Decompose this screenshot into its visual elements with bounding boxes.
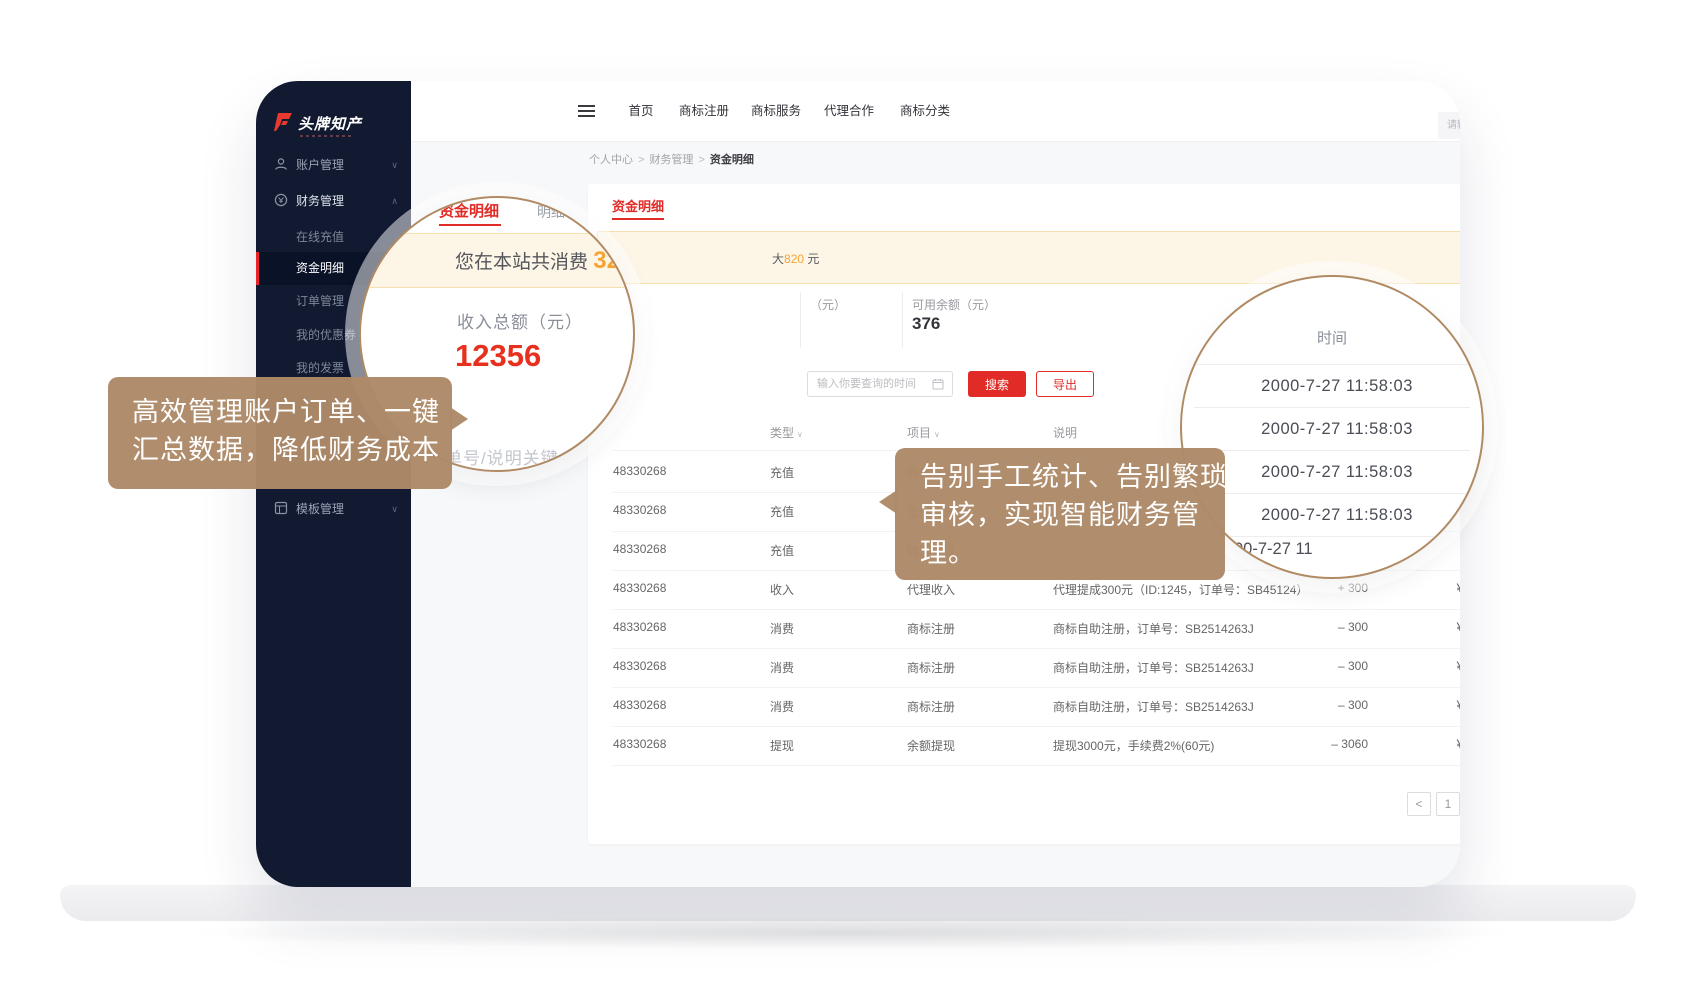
- user-icon: [274, 157, 288, 171]
- callout-text-line: 告别手工统计、告别繁琐: [920, 458, 1225, 496]
- logo-caption: [300, 135, 352, 137]
- sidebar-item-label: 财务管理: [296, 189, 344, 213]
- magnified-income-label: 收入总额（元）: [457, 308, 583, 333]
- pagination-prev-button[interactable]: <: [1407, 792, 1431, 816]
- callout-bubble-left: 高效管理账户订单、一键 汇总数据，降低财务成本: [108, 377, 452, 489]
- callout-text-line: 审核，实现智能财务管: [920, 496, 1225, 534]
- callout-text-line: 高效管理账户订单、一键: [132, 393, 452, 431]
- magnified-row-line: [1194, 493, 1470, 494]
- nav-item-trademark-category[interactable]: 商标分类: [895, 81, 955, 141]
- magnified-tab-fund-details: 资金明细: [439, 200, 499, 221]
- notice-text-fragment: 大820 元: [772, 250, 819, 267]
- sidebar-item-label: 模板管理: [296, 497, 344, 521]
- laptop-shadow: [170, 916, 1526, 950]
- col-header-desc: 说明: [1053, 424, 1077, 441]
- sort-caret-icon: ∨: [797, 430, 803, 439]
- balance-value: 376: [912, 314, 940, 334]
- callout-bubble-right: 告别手工统计、告别繁琐 审核，实现智能财务管 理。: [895, 448, 1225, 580]
- magnified-income-value: 12356: [455, 338, 541, 374]
- table-line: [613, 765, 1460, 766]
- template-icon: [274, 501, 288, 515]
- table-line: [613, 609, 1460, 610]
- magnified-notice-text: 您在本站共消费 32124: [455, 247, 635, 275]
- table-line: [613, 726, 1460, 727]
- pagination-page-1[interactable]: 1: [1436, 792, 1460, 816]
- stats-divider: [902, 292, 903, 348]
- logo: 头牌知产: [272, 111, 402, 141]
- magnified-time-value: 2000-7-27 11:58:03: [1222, 506, 1452, 526]
- table-line: [613, 687, 1460, 688]
- magnified-time-value: 2000-7-27 11:58:03: [1222, 420, 1452, 440]
- magnified-row-line: [1194, 407, 1470, 408]
- magnified-time-value: 2000-7-27 11:58:03: [1222, 377, 1452, 397]
- callout-text-line: 理。: [920, 534, 1225, 572]
- magnified-row-line: [1194, 536, 1470, 537]
- magnified-time-value: 2000-7-27 11:58:03: [1222, 463, 1452, 483]
- table-line: [613, 648, 1460, 649]
- breadcrumb: 个人中心>财务管理>资金明细: [589, 151, 754, 167]
- nav-item-agent-cooperation[interactable]: 代理合作: [819, 81, 879, 141]
- tab-fund-details[interactable]: 资金明细: [612, 196, 664, 215]
- callout-text-line: 汇总数据，降低财务成本: [132, 431, 452, 469]
- magnified-time-header: 时间: [1182, 327, 1482, 348]
- sort-caret-icon: ∨: [934, 430, 940, 439]
- breadcrumb-finance[interactable]: 财务管理: [649, 154, 693, 166]
- menu-icon[interactable]: [578, 105, 595, 118]
- brand-name: 头牌知产: [298, 113, 362, 134]
- expense-label-fragment: （元）: [810, 296, 846, 313]
- callout-pointer-right: [450, 407, 468, 431]
- tab-active-underline: [612, 218, 664, 220]
- chevron-up-icon: ∧: [391, 189, 398, 213]
- col-header-type[interactable]: 类型∨: [770, 424, 803, 441]
- magnified-tab-fragment: 明细: [537, 202, 565, 222]
- nav-item-home[interactable]: 首页: [621, 81, 661, 141]
- search-button[interactable]: 搜索: [968, 371, 1026, 397]
- magnifier-circle-right: 时间 2000-7-27 11:58:03 2000-7-27 11:58:03…: [1180, 275, 1484, 579]
- sidebar-item-finance[interactable]: 财务管理 ∧: [256, 189, 411, 213]
- magnified-tab-underline: [439, 224, 501, 226]
- balance-label: 可用余额（元）: [912, 296, 996, 313]
- export-button[interactable]: 导出: [1036, 371, 1094, 397]
- calendar-icon: [932, 378, 944, 390]
- sidebar-item-template[interactable]: 模板管理 ∨: [256, 497, 411, 521]
- top-navbar: 首页 商标注册 商标服务 代理合作 商标分类: [411, 81, 1460, 142]
- breadcrumb-personal-center[interactable]: 个人中心: [589, 154, 633, 166]
- magnified-time-partial: 00-7-27 11: [1234, 540, 1313, 559]
- sidebar-item-account[interactable]: 账户管理 ∨: [256, 153, 411, 177]
- nav-item-trademark-register[interactable]: 商标注册: [674, 81, 734, 141]
- magnified-row-line: [1194, 450, 1470, 451]
- callout-pointer-left: [879, 490, 897, 514]
- sidebar-item-label: 账户管理: [296, 153, 344, 177]
- chevron-down-icon: ∨: [391, 497, 398, 521]
- active-indicator-bar: [256, 252, 259, 285]
- magnified-notice-bar: 您在本站共消费 32124: [359, 233, 635, 288]
- finance-icon: [274, 193, 288, 207]
- col-header-project[interactable]: 项目∨: [907, 424, 940, 441]
- nav-item-trademark-service[interactable]: 商标服务: [746, 81, 806, 141]
- breadcrumb-current: 资金明细: [710, 154, 754, 166]
- search-input[interactable]: [1438, 112, 1460, 139]
- chevron-down-icon: ∨: [391, 153, 398, 177]
- brand-logo-icon: [272, 111, 294, 133]
- marketing-screenshot: 头牌知产 账户管理 ∨ 财务管理 ∧ 在线充值: [0, 0, 1696, 1002]
- magnified-row-line: [1194, 364, 1470, 365]
- stats-divider: [800, 292, 801, 348]
